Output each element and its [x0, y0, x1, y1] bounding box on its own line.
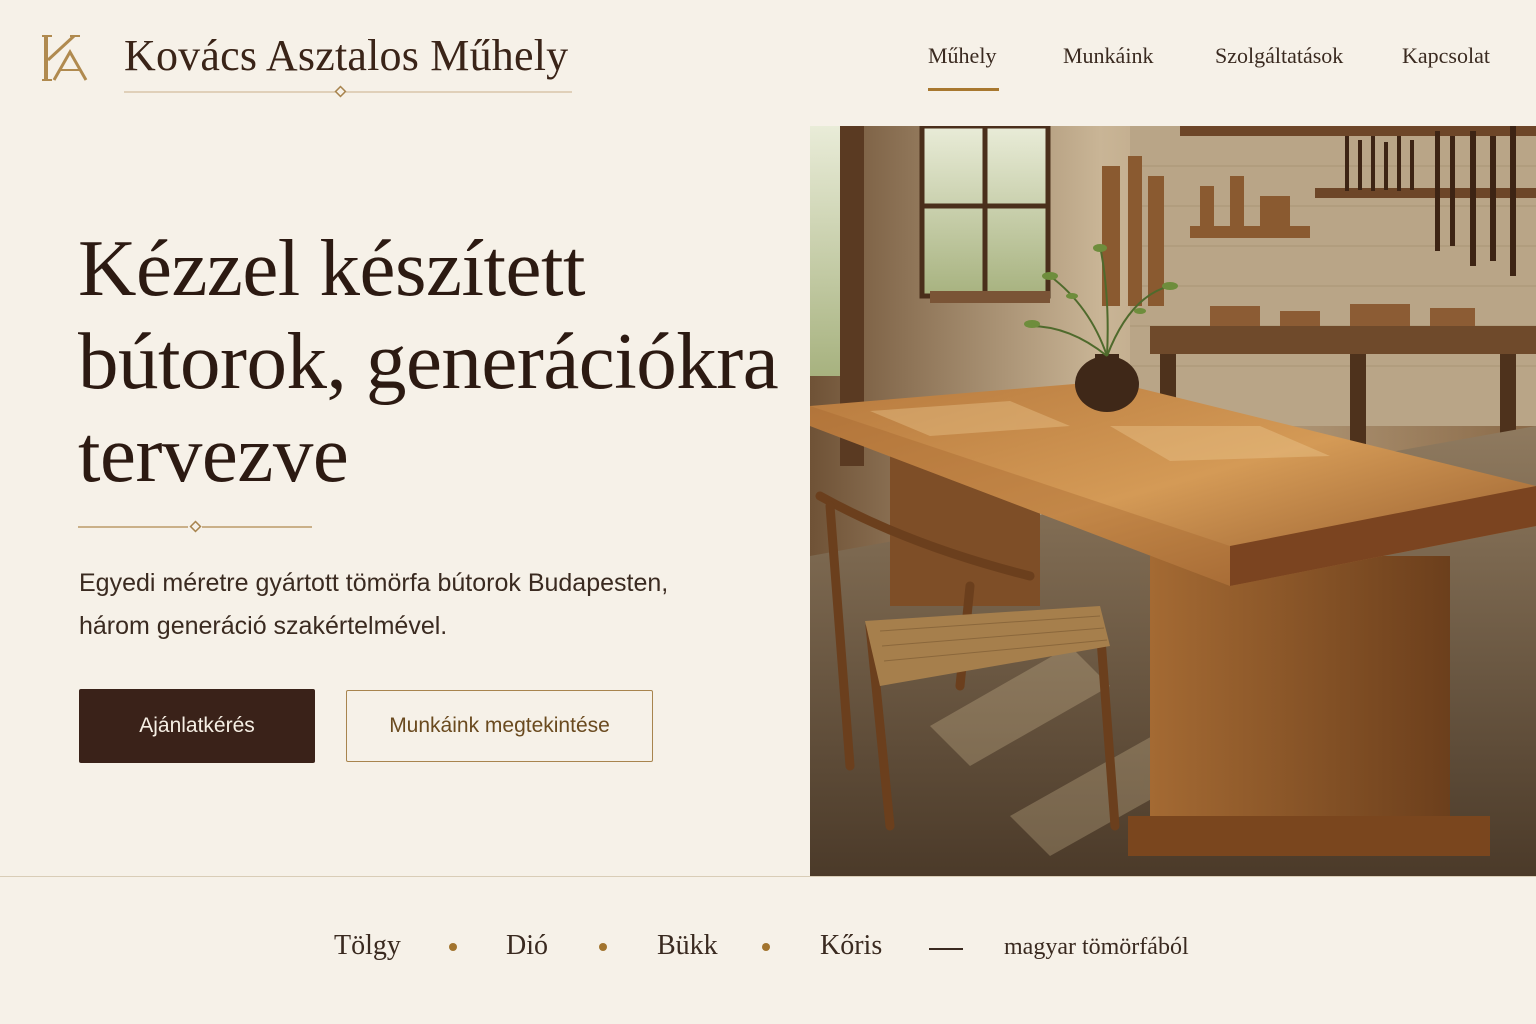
- bullet-dot: [762, 943, 770, 951]
- nav-item-kapcsolat[interactable]: Kapcsolat: [1402, 43, 1490, 69]
- nav-item-muhely[interactable]: Műhely: [928, 43, 996, 69]
- active-nav-indicator: [928, 88, 999, 91]
- hero-subtitle: Egyedi méretre gyártott tömörfa bútorok …: [79, 569, 669, 640]
- bullet-dot: [449, 943, 457, 951]
- wood-item-tolgy: Tölgy: [334, 930, 401, 961]
- wood-item-dio: Dió: [506, 930, 548, 961]
- hero-divider: [78, 520, 312, 533]
- section-divider: [0, 876, 1536, 877]
- nav-item-munkaink[interactable]: Munkáink: [1063, 43, 1153, 69]
- workshop-table-photo: [810, 126, 1536, 877]
- nav-item-szolgaltatasok[interactable]: Szolgáltatások: [1215, 43, 1343, 69]
- bullet-dot: [599, 943, 607, 951]
- view-works-button[interactable]: Munkáink megtekintése: [346, 690, 653, 762]
- dash-separator: [929, 948, 963, 950]
- wood-item-bukk: Bükk: [657, 930, 718, 961]
- wood-origin-text: magyar tömörfából: [1004, 934, 1189, 960]
- quote-request-button[interactable]: Ajánlatkérés: [79, 689, 315, 763]
- hero-title: Kézzel készített bútorok, generációkra t…: [78, 223, 779, 499]
- wood-item-koris: Kőris: [820, 930, 883, 961]
- main-nav: Műhely Munkáink Szolgáltatások Kapcsolat: [0, 43, 1536, 93]
